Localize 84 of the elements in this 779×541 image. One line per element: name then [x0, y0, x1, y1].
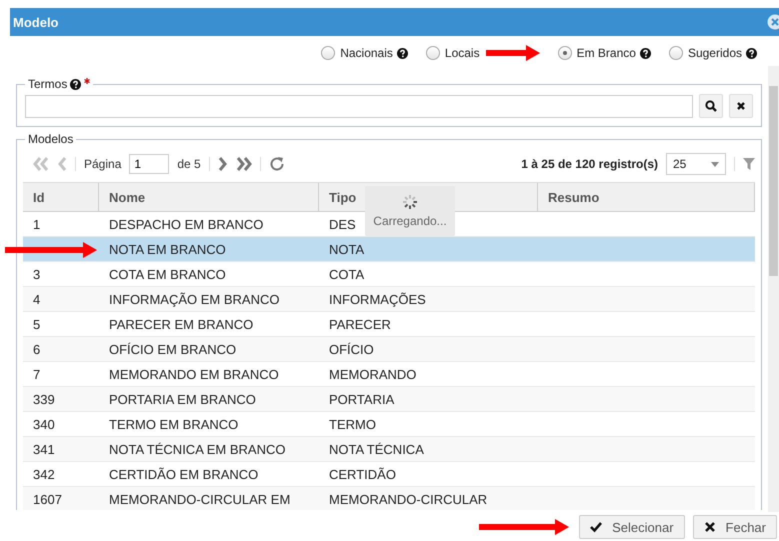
arrow-icon: [486, 45, 540, 61]
close-icon: [736, 101, 746, 111]
table-cell: PARECER EM BRANCO: [109, 316, 254, 332]
table-cell: 342: [33, 466, 55, 482]
check-icon: [590, 521, 602, 533]
column-header[interactable]: Id: [23, 183, 99, 211]
table-cell: CERTIDÃO: [329, 466, 396, 482]
table-cell: PORTARIA: [329, 392, 394, 406]
table-cell: 341: [33, 442, 55, 456]
radio-option[interactable]: Locais: [426, 46, 480, 60]
table-cell: TERMO EM BRANCO: [109, 416, 238, 432]
page-count: de 5: [177, 157, 201, 171]
table-cell: NOTA TÉCNICA: [329, 442, 424, 456]
close-icon[interactable]: [767, 14, 779, 30]
refresh-icon[interactable]: [268, 156, 285, 172]
table-cell: 5: [33, 316, 40, 332]
select-button[interactable]: Selecionar: [579, 515, 685, 539]
radio-option[interactable]: Nacionais: [321, 46, 393, 60]
table-cell: OFÍCIO: [329, 342, 374, 356]
table-cell: CERTIDÃO EM BRANCO: [109, 466, 258, 482]
first-page-icon[interactable]: [33, 156, 49, 172]
spinner-icon: [402, 194, 418, 210]
previous-page-icon[interactable]: [57, 156, 67, 172]
page-label: Página: [84, 157, 122, 171]
radio-option[interactable]: Em Branco: [558, 46, 636, 60]
table-cell: OFÍCIO EM BRANCO: [109, 342, 236, 356]
window-title: Modelo: [13, 14, 58, 30]
table-row[interactable]: 6 OFÍCIO EM BRANCO OFÍCIO: [23, 337, 755, 362]
table-cell: 1607: [33, 492, 62, 506]
radio-button[interactable]: [558, 46, 572, 60]
search-button[interactable]: [699, 94, 723, 118]
column-header[interactable]: Resumo: [538, 183, 755, 211]
field-label: Termos: [28, 77, 68, 91]
table-cell: PORTARIA EM BRANCO: [109, 392, 256, 406]
column-header[interactable]: Nome: [99, 183, 319, 211]
scrollbar[interactable]: [768, 66, 779, 512]
radio-button[interactable]: [668, 46, 683, 60]
arrow-icon: [479, 519, 570, 535]
section-label: Modelos: [28, 132, 74, 146]
filter-icon[interactable]: [743, 158, 755, 170]
search-field[interactable]: [25, 94, 693, 118]
radio-option[interactable]: Sugeridos: [668, 46, 742, 60]
table-cell: 339: [33, 392, 55, 406]
table-row[interactable]: 339 PORTARIA EM BRANCO PORTARIA: [23, 387, 755, 412]
page-size-value: 25: [673, 157, 686, 171]
table-cell: 4: [33, 292, 40, 306]
table-cell: MEMORANDO-CIRCULAR EM: [109, 492, 290, 506]
table-cell: 1: [33, 216, 40, 232]
table-cell: PARECER: [329, 316, 391, 332]
close-icon: [704, 521, 716, 533]
table-row[interactable]: NOTA EM BRANCO NOTA: [23, 237, 755, 262]
table-cell: INFORMAÇÕES: [329, 292, 426, 306]
next-page-icon[interactable]: [218, 156, 228, 172]
close-button[interactable]: Fechar: [692, 515, 777, 539]
record-count: 1 à 25 de 120 registro(s): [521, 157, 658, 171]
last-page-icon[interactable]: [236, 156, 252, 172]
arrow-icon: [5, 242, 97, 258]
table-cell: DES: [329, 216, 356, 232]
radio-button[interactable]: [321, 46, 336, 60]
search-icon: [705, 100, 717, 112]
table-row[interactable]: 1607 MEMORANDO-CIRCULAR EM MEMORANDO-CIRCULAR: [23, 487, 755, 510]
table-cell: COTA EM BRANCO: [109, 266, 226, 282]
table-cell: NOTA TÉCNICA EM BRANCO: [109, 442, 286, 456]
page-field[interactable]: 1: [129, 154, 170, 174]
table-cell: 3: [33, 266, 40, 282]
table-cell: TERMO: [329, 416, 376, 432]
table-cell: 6: [33, 342, 40, 356]
radio-button[interactable]: [426, 46, 440, 60]
table-cell: INFORMAÇÃO EM BRANCO: [109, 292, 280, 306]
table-row[interactable]: 4 INFORMAÇÃO EM BRANCO INFORMAÇÕES: [23, 287, 755, 312]
table-cell: MEMORANDO EM BRANCO: [109, 366, 279, 382]
table-cell: NOTA: [329, 242, 364, 256]
table-row[interactable]: 341 NOTA TÉCNICA EM BRANCO NOTA TÉCNICA: [23, 437, 755, 462]
table-cell: NOTA EM BRANCO: [109, 242, 226, 256]
loading-text: Carregando...: [373, 214, 447, 228]
table-cell: COTA: [329, 266, 364, 282]
table-cell: MEMORANDO-CIRCULAR: [329, 492, 488, 506]
table-cell: 340: [33, 416, 55, 432]
table-cell: DESPACHO EM BRANCO: [109, 216, 264, 232]
table-cell: 7: [33, 366, 40, 382]
page-size-select[interactable]: 25: [666, 153, 726, 175]
table-cell: MEMORANDO: [329, 366, 416, 382]
clear-button[interactable]: [729, 94, 753, 118]
caret-icon: [711, 162, 719, 166]
